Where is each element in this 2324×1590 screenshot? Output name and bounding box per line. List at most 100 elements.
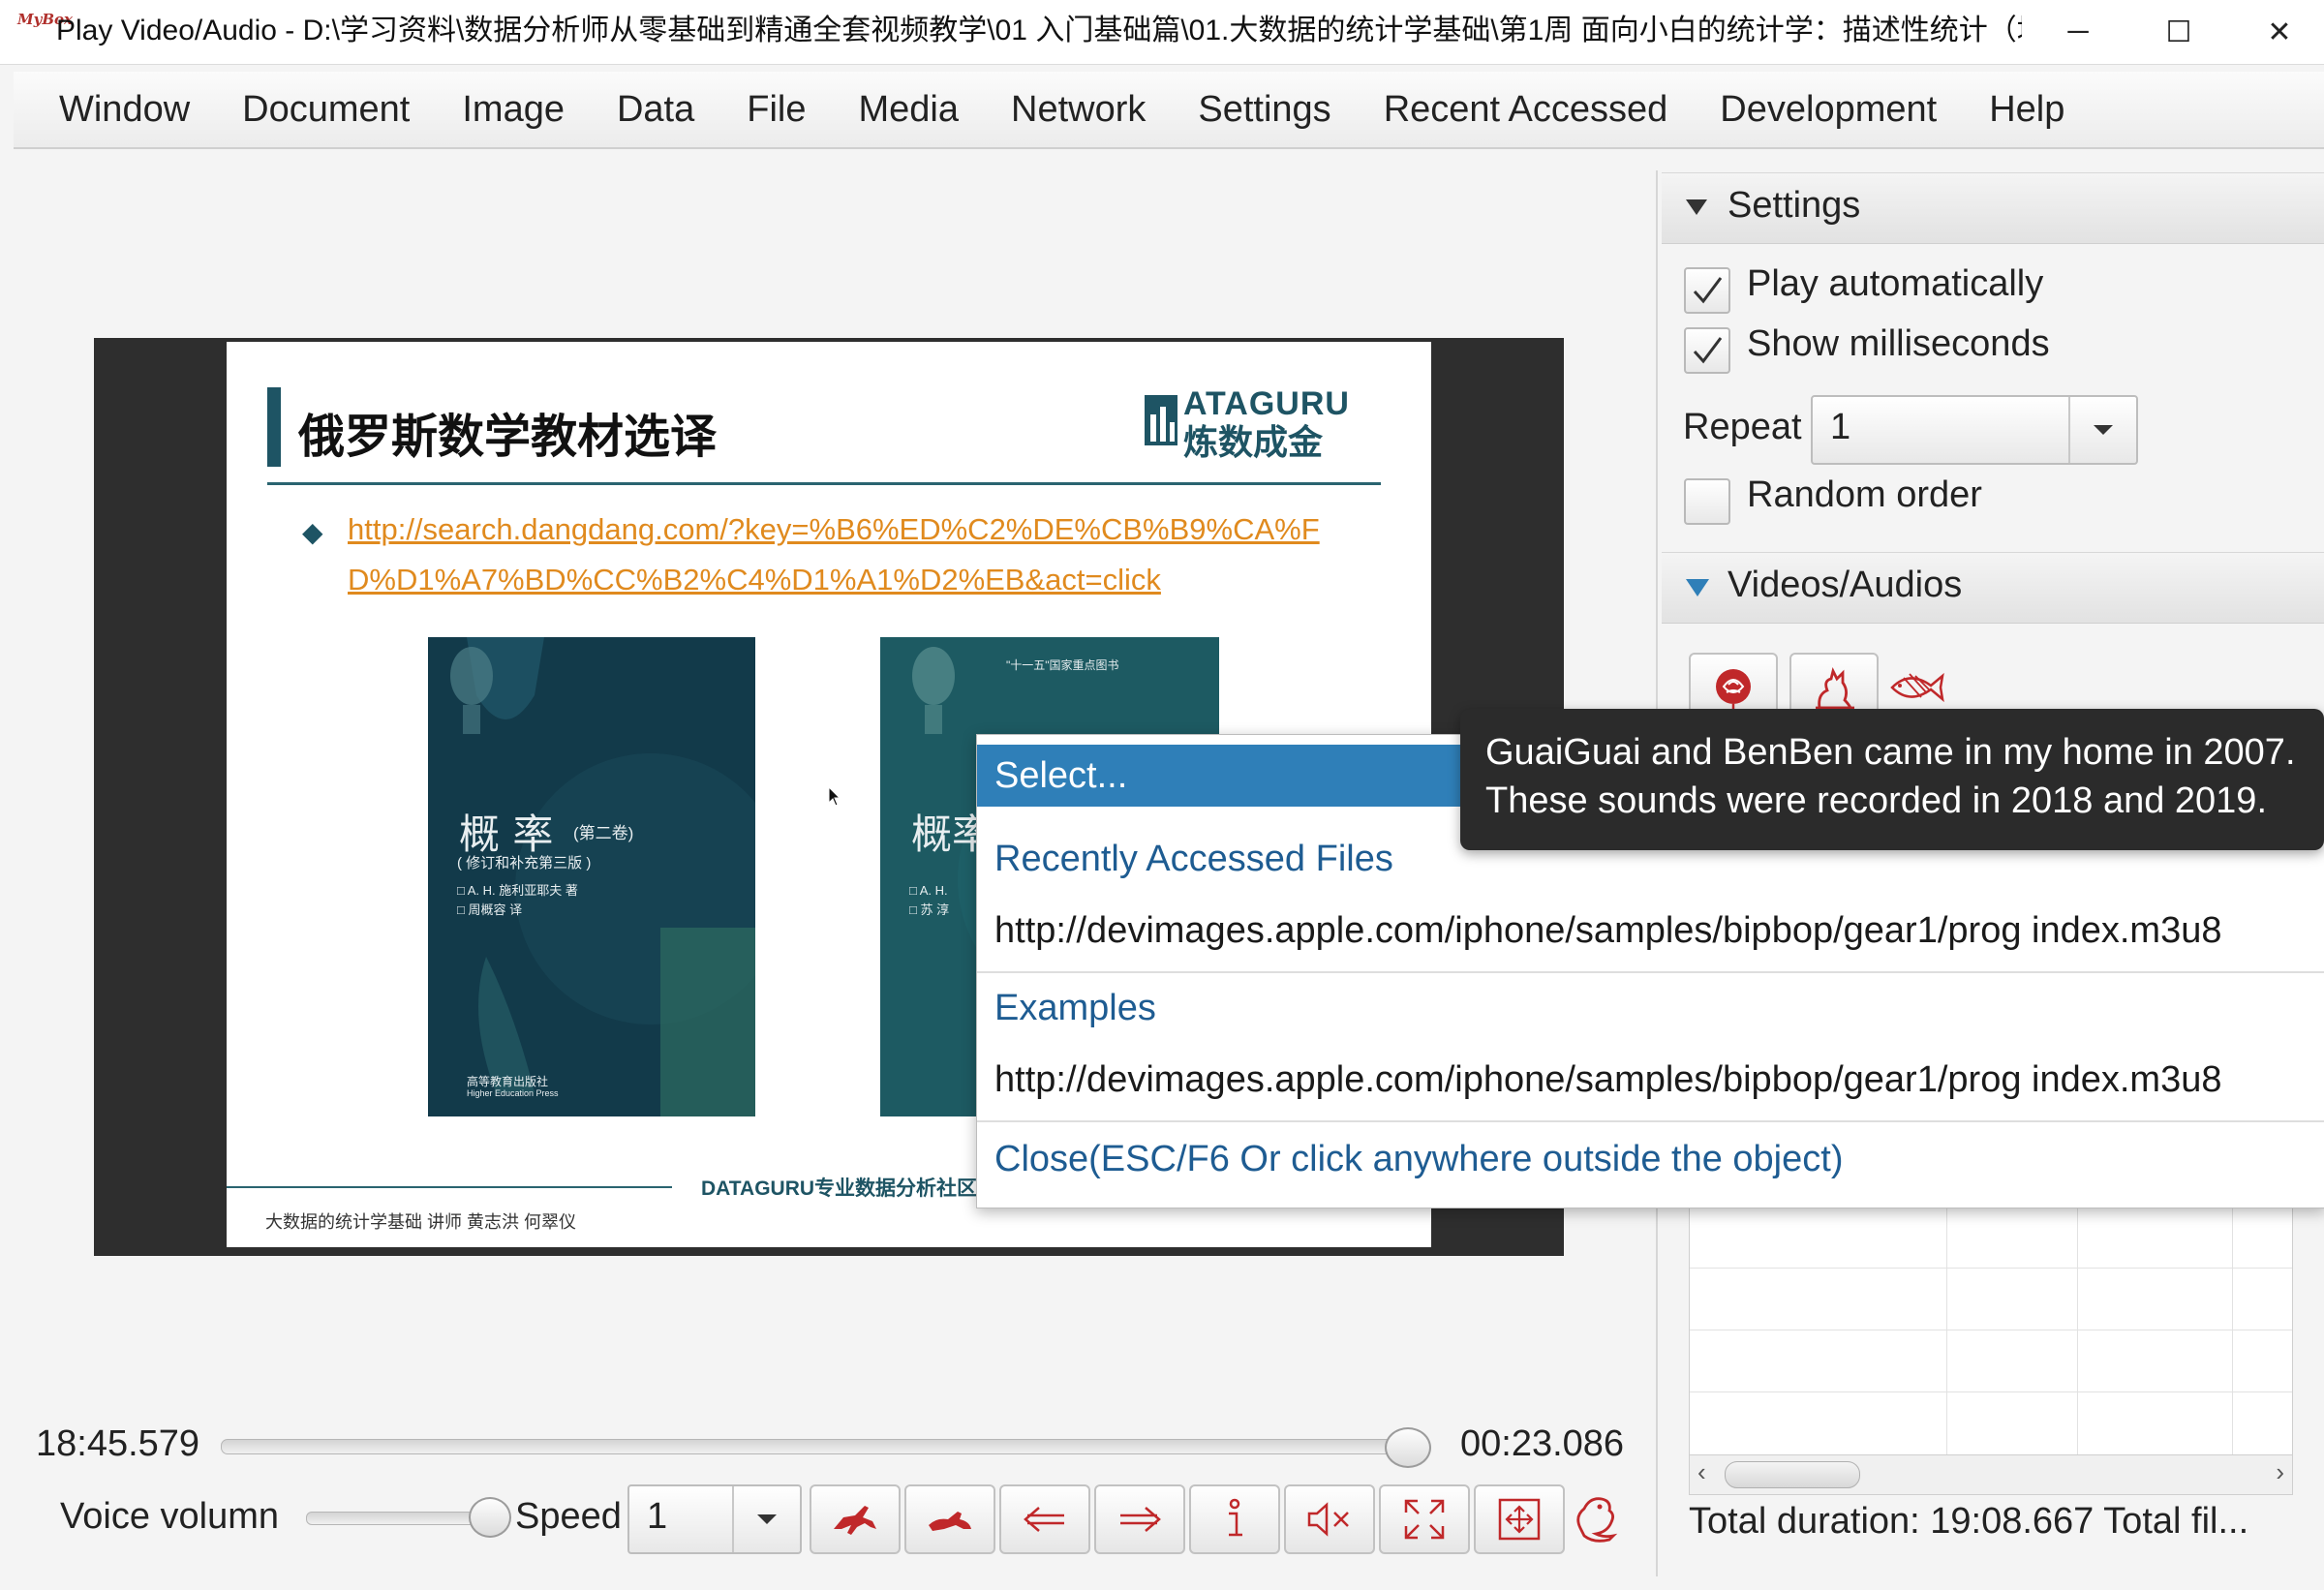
forward-button[interactable] xyxy=(1094,1484,1185,1554)
popup-examples-header: Examples xyxy=(994,988,1156,1028)
menu-image[interactable]: Image xyxy=(436,72,591,147)
slide-footer-rule xyxy=(227,1186,672,1188)
book2-translator: □ 苏 淳 xyxy=(909,902,950,917)
menu-development[interactable]: Development xyxy=(1694,72,1963,147)
menu-settings[interactable]: Settings xyxy=(1172,72,1357,147)
tooltip-line-1: GuaiGuai and BenBen came in my home in 2… xyxy=(1485,732,2296,773)
menu-file[interactable]: File xyxy=(720,72,832,147)
progress-slider[interactable] xyxy=(221,1439,1414,1454)
dragon-button[interactable] xyxy=(1571,1489,1619,1544)
mute-button[interactable] xyxy=(1284,1484,1375,1554)
scroll-right-icon[interactable]: › xyxy=(2276,1457,2284,1487)
info-button[interactable] xyxy=(1189,1484,1280,1554)
volume-label: Voice volumn xyxy=(60,1496,280,1537)
book-cover-probability: 概 率 (第二卷) ( 修订和补充第三版 ) □ A. H. 施利亚耶夫 著 □… xyxy=(428,637,755,1116)
chevron-down-icon xyxy=(732,1486,800,1552)
collapse-triangle-icon xyxy=(1686,199,1707,215)
play-automatically-checkbox[interactable] xyxy=(1684,267,1730,314)
book1-publisher: 高等教育出版社 xyxy=(467,1075,549,1088)
menu-window[interactable]: Window xyxy=(14,72,216,147)
back-arrow-icon xyxy=(1024,1507,1064,1532)
popup-recent-url[interactable]: http://devimages.apple.com/iphone/sample… xyxy=(977,907,2324,954)
fit-window-button[interactable] xyxy=(1474,1484,1565,1554)
slide-title: 俄罗斯数学教材选译 xyxy=(298,410,718,464)
slide-community: DATAGURU专业数据分析社区 xyxy=(701,1177,978,1200)
show-milliseconds-label: Show milliseconds xyxy=(1747,323,2050,364)
fullscreen-button[interactable] xyxy=(1379,1484,1470,1554)
book1-edition: ( 修订和补充第三版 ) xyxy=(457,855,592,871)
fish-button[interactable] xyxy=(1888,662,1946,713)
dataguru-logo: ATAGURU 炼数成金 xyxy=(1143,385,1385,463)
window-title: Play Video/Audio - D:\学习资料\数据分析师从零基础到精通全… xyxy=(56,15,2022,46)
menu-data[interactable]: Data xyxy=(591,72,720,147)
table-horizontal-scrollbar[interactable]: ‹ › xyxy=(1689,1454,2293,1495)
book1-translator: □ 周概容 译 xyxy=(457,902,523,917)
back-button[interactable] xyxy=(999,1484,1090,1554)
popup-example-url[interactable]: http://devimages.apple.com/iphone/sample… xyxy=(977,1056,2324,1103)
files-table[interactable] xyxy=(1689,1197,2293,1458)
videos-audios-header-label: Videos/Audios xyxy=(1728,565,1963,605)
slide-course-info: 大数据的统计学基础 讲师 黄志洪 何翠仪 xyxy=(265,1212,577,1232)
dangdang-link: http://search.dangdang.com/?key=%B6%ED%C… xyxy=(348,512,1320,596)
repeat-label: Repeat xyxy=(1683,407,1802,447)
menu-help[interactable]: Help xyxy=(1963,72,2091,147)
play-automatically-label: Play automatically xyxy=(1747,263,2044,304)
previous-animal-icon xyxy=(834,1506,876,1535)
scrollbar-thumb[interactable] xyxy=(1725,1461,1860,1488)
cat-icon xyxy=(1816,666,1854,710)
menu-network[interactable]: Network xyxy=(985,72,1172,147)
close-button[interactable]: ✕ xyxy=(2229,0,2324,64)
mute-icon xyxy=(1307,1502,1349,1537)
settings-header-label: Settings xyxy=(1728,185,1861,226)
menu-recent-accessed[interactable]: Recent Accessed xyxy=(1358,72,1695,147)
popup-close-item[interactable]: Close(ESC/F6 Or click anywhere outside t… xyxy=(977,1136,2324,1182)
logo-text-bottom: 炼数成金 xyxy=(1183,423,1324,463)
bullet-icon: ◆ xyxy=(302,517,323,547)
popup-separator xyxy=(977,971,2324,973)
scroll-left-icon[interactable]: ‹ xyxy=(1697,1457,1706,1487)
book1-publisher-en: Higher Education Press xyxy=(467,1088,559,1098)
speed-select[interactable]: 1 xyxy=(627,1484,802,1554)
current-time: 18:45.579 xyxy=(36,1423,200,1464)
fullscreen-icon xyxy=(1404,1499,1445,1540)
info-icon xyxy=(1229,1498,1242,1537)
repeat-select[interactable]: 1 xyxy=(1811,395,2138,465)
total-duration: Total duration: 19:08.667 Total fil... xyxy=(1689,1501,2249,1542)
random-order-checkbox[interactable] xyxy=(1684,478,1730,525)
volume-slider-knob[interactable] xyxy=(469,1497,511,1538)
rose-icon xyxy=(1716,669,1751,711)
speed-value: 1 xyxy=(647,1496,668,1537)
show-milliseconds-checkbox[interactable] xyxy=(1684,327,1730,374)
book2-tag: "十一五"国家重点图书 xyxy=(1006,658,1119,672)
fit-window-icon xyxy=(1498,1498,1541,1541)
forward-arrow-icon xyxy=(1120,1507,1161,1532)
book2-author: □ A. H. xyxy=(909,883,948,898)
book1-volume: (第二卷) xyxy=(573,824,634,842)
slide-divider xyxy=(267,482,1381,485)
mouse-cursor-icon xyxy=(828,786,841,807)
maximize-button[interactable]: ☐ xyxy=(2128,0,2229,64)
progress-slider-knob[interactable] xyxy=(1385,1427,1431,1468)
chevron-down-icon xyxy=(2068,397,2136,463)
title-bar: MyBox Play Video/Audio - D:\学习资料\数据分析师从零… xyxy=(0,0,2324,65)
minimize-button[interactable]: ─ xyxy=(2028,0,2128,64)
repeat-value: 1 xyxy=(1830,407,1851,447)
menu-media[interactable]: Media xyxy=(833,72,986,147)
collapse-triangle-icon xyxy=(1686,579,1709,596)
fish-icon xyxy=(1890,672,1944,703)
checkmark-icon xyxy=(1693,277,1723,304)
next-button[interactable] xyxy=(904,1484,995,1554)
settings-section-header[interactable]: Settings xyxy=(1662,172,2324,244)
book1-author: □ A. H. 施利亚耶夫 著 xyxy=(457,883,578,898)
speed-label: Speed xyxy=(515,1496,622,1537)
random-order-label: Random order xyxy=(1747,474,1982,515)
videos-audios-section-header[interactable]: Videos/Audios xyxy=(1662,552,2324,624)
menu-document[interactable]: Document xyxy=(216,72,436,147)
slide-title-bar xyxy=(267,387,281,467)
icon-tooltip: GuaiGuai and BenBen came in my home in 2… xyxy=(1460,709,2324,850)
checkmark-icon xyxy=(1693,337,1723,364)
remaining-time: 00:23.086 xyxy=(1460,1423,1625,1464)
app-logo: MyBox xyxy=(17,11,73,28)
previous-button[interactable] xyxy=(810,1484,901,1554)
popup-separator xyxy=(977,1120,2324,1122)
